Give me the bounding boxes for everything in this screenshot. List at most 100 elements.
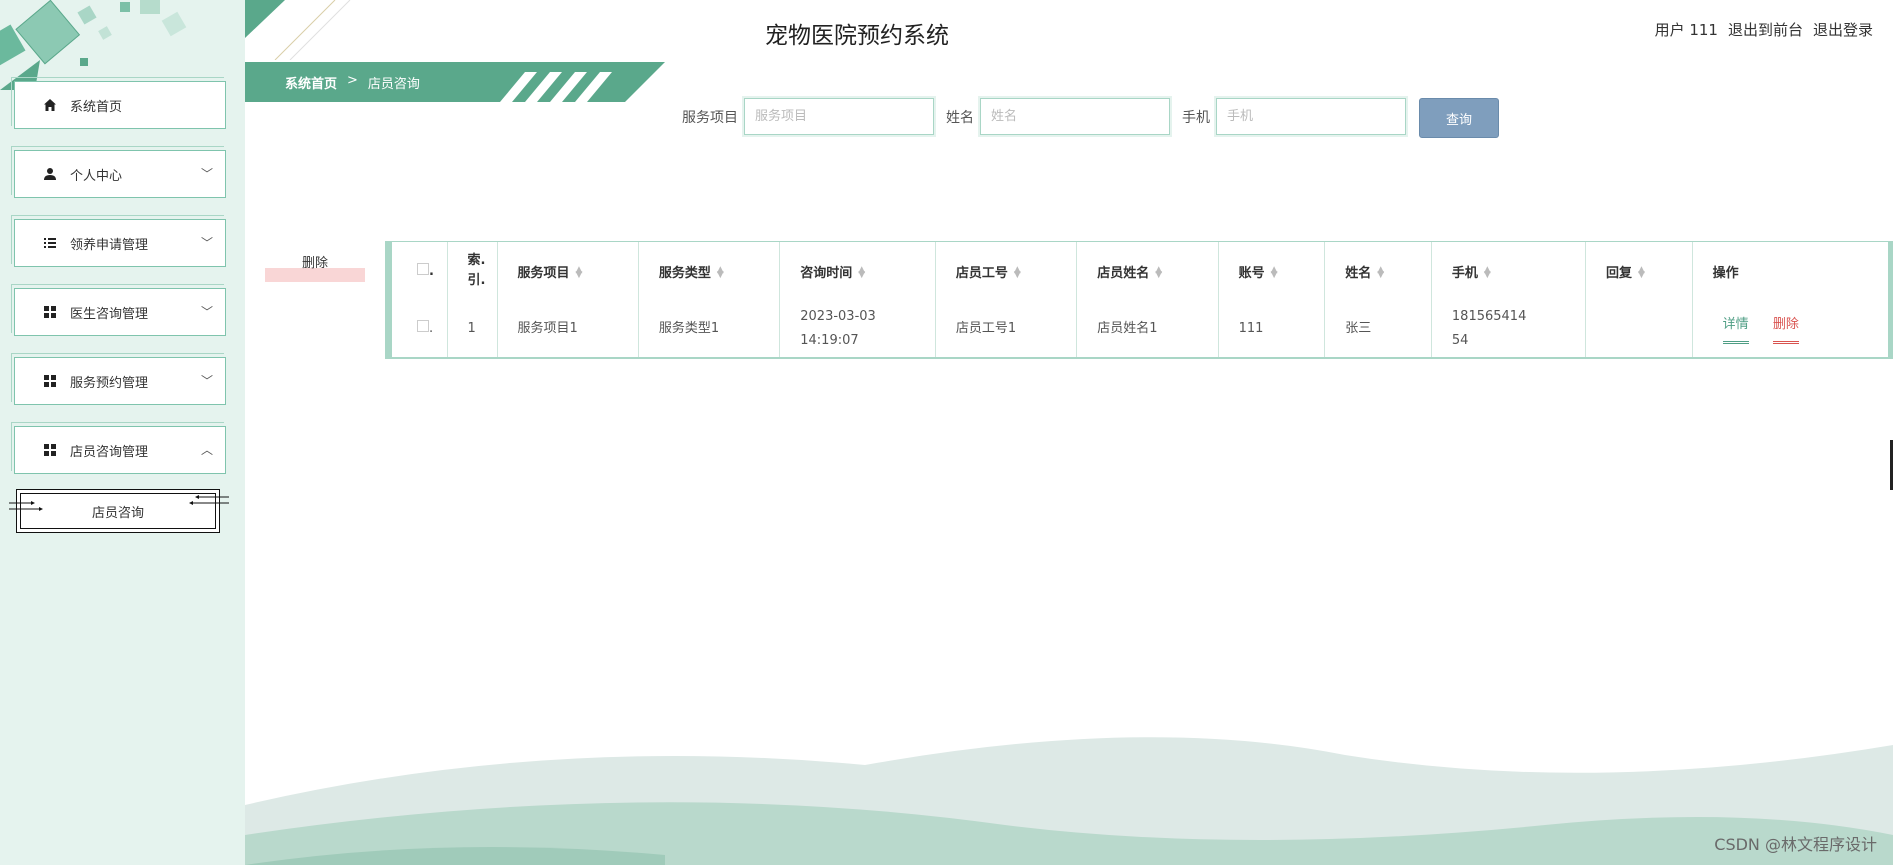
select-all-checkbox[interactable]: [417, 263, 429, 275]
sidebar-item-label: 服务预约管理: [70, 375, 149, 391]
header-label: 回复: [1605, 265, 1632, 281]
header-checkbox-cell: .: [392, 242, 448, 300]
chevron-up-icon: ︿: [200, 443, 213, 457]
cell-index: 1: [447, 300, 498, 357]
sort-icon[interactable]: ▲ ▼: [1155, 266, 1162, 280]
detail-button[interactable]: 详情: [1722, 313, 1749, 344]
header-index-line1: 索.: [467, 253, 486, 268]
header-consult-time[interactable]: 咨询时间 ▲ ▼: [779, 242, 936, 300]
arrows-icon: [9, 501, 43, 511]
row-checkbox-cell: .: [392, 300, 448, 357]
sidebar-item-label: 个人中心: [70, 168, 123, 184]
chevron-down-icon: ﹀: [200, 374, 213, 388]
header-label: 账号: [1238, 265, 1265, 281]
grid-icon: [42, 304, 58, 320]
cell-phone-line1: 181565414: [1451, 308, 1527, 324]
cell-actions: 详情 删除: [1692, 300, 1888, 357]
breadcrumb-home[interactable]: 系统首页: [285, 73, 337, 92]
sidebar-item-doctor-consult-management[interactable]: 医生咨询管理 ﹀: [11, 284, 226, 336]
cell-staff-no: 店员工号1: [935, 300, 1078, 357]
header-actions: 操作: [1692, 242, 1888, 300]
sidebar-item-label: 系统首页: [70, 99, 123, 115]
grid-icon: [42, 373, 58, 389]
breadcrumb-current: 店员咨询: [367, 77, 420, 92]
header-service-item[interactable]: 服务项目 ▲ ▼: [497, 242, 639, 300]
header-decoration: [245, 0, 351, 60]
batch-delete-label: 删除: [301, 256, 328, 271]
sidebar-item-label: 领养申请管理: [70, 237, 149, 253]
submenu-item-staff-consult[interactable]: 店员咨询: [9, 489, 229, 533]
sidebar-item-label: 医生咨询管理: [70, 306, 149, 322]
sidebar-item-service-booking-management[interactable]: 服务预约管理 ﹀: [11, 353, 226, 405]
header-label: 手机: [1451, 265, 1478, 281]
table-header-row: . 索. 引. 服务项目 ▲ ▼ 服务类型 ▲ ▼ 咨询时间 ▲ ▼ 店员工号 ▲ ▼ 店员姓名…: [392, 242, 1888, 300]
query-button[interactable]: 查询: [1419, 98, 1499, 138]
header-label: 操作: [1712, 265, 1739, 281]
sort-icon[interactable]: ▲ ▼: [1484, 266, 1491, 280]
header-label: 店员工号: [955, 265, 1008, 281]
data-table: . 索. 引. 服务项目 ▲ ▼ 服务类型 ▲ ▼ 咨询时间 ▲ ▼ 店员工号 ▲ ▼ 店员姓名…: [385, 241, 1893, 359]
sort-icon[interactable]: ▲ ▼: [858, 266, 865, 280]
cell-phone-line2: 54: [1451, 332, 1469, 348]
service-item-label: 服务项目: [682, 109, 738, 126]
cell-phone: 181565414 54: [1431, 300, 1586, 357]
submenu-label: 店员咨询: [91, 505, 144, 521]
person-icon: [42, 166, 58, 182]
list-icon: [42, 235, 58, 251]
sort-icon[interactable]: ▲ ▼: [1638, 266, 1645, 280]
chevron-down-icon: ﹀: [200, 167, 213, 181]
header-label: 店员姓名: [1097, 265, 1150, 281]
row-checkbox[interactable]: [417, 319, 429, 332]
sidebar-item-home[interactable]: 系统首页: [11, 77, 226, 129]
chevron-down-icon: ﹀: [200, 236, 213, 250]
header-label: 姓名: [1345, 265, 1372, 281]
cell-account: 111: [1218, 300, 1326, 357]
cell-service-type: 服务类型1: [638, 300, 781, 357]
logout-link[interactable]: 退出登录: [1813, 19, 1873, 40]
batch-delete-button[interactable]: 删除: [265, 252, 365, 282]
delete-button[interactable]: 删除: [1772, 313, 1799, 344]
breadcrumb: 系统首页 > 店员咨询: [285, 73, 420, 92]
grid-icon: [42, 442, 58, 458]
sort-icon[interactable]: ▲ ▼: [1377, 266, 1384, 280]
chevron-down-icon: ﹀: [200, 305, 213, 319]
header-name[interactable]: 姓名 ▲ ▼: [1324, 242, 1432, 300]
name-label: 姓名: [946, 109, 974, 126]
decorative-squares: [0, 0, 187, 90]
sort-icon[interactable]: ▲ ▼: [717, 266, 724, 280]
header-reply[interactable]: 回复 ▲ ▼: [1585, 242, 1693, 300]
sort-icon[interactable]: ▲ ▼: [576, 266, 583, 280]
cell-reply: [1585, 300, 1693, 357]
page-title: 宠物医院预约系统: [765, 23, 949, 49]
header-label: 咨询时间: [800, 265, 853, 281]
sort-icon[interactable]: ▲ ▼: [1014, 266, 1021, 280]
header-account[interactable]: 账号 ▲ ▼: [1218, 242, 1326, 300]
cell-consult-time: 2023-03-03 14:19:07: [779, 300, 936, 357]
header-index: 索. 引.: [447, 242, 498, 300]
service-item-search: 服务项目: [682, 96, 936, 137]
cell-time-clock: 14:19:07: [800, 332, 859, 348]
sidebar-item-label: 店员咨询管理: [70, 444, 149, 460]
service-item-input[interactable]: [742, 96, 936, 137]
header-label: 服务项目: [517, 265, 570, 281]
phone-input[interactable]: [1214, 96, 1408, 137]
user-label: 用户 111: [1654, 21, 1718, 39]
phone-search: 手机: [1182, 96, 1408, 137]
header-index-line2: 引.: [467, 273, 486, 288]
header-staff-name[interactable]: 店员姓名 ▲ ▼: [1076, 242, 1219, 300]
sidebar-item-staff-consult-management[interactable]: 店员咨询管理 ︿: [11, 422, 226, 474]
sidebar-item-personal-center[interactable]: 个人中心 ﹀: [11, 146, 226, 198]
home-icon: [42, 97, 58, 113]
header-phone[interactable]: 手机 ▲ ▼: [1431, 242, 1586, 300]
exit-to-front-link[interactable]: 退出到前台: [1728, 19, 1803, 40]
cell-service-item: 服务项目1: [497, 300, 639, 357]
header-service-type[interactable]: 服务类型 ▲ ▼: [638, 242, 781, 300]
sidebar: 系统首页 个人中心 ﹀ 领养申请管理 ﹀ 医生咨询管理 ﹀ 服务预约管理 ﹀ 店…: [0, 0, 245, 865]
name-input[interactable]: [978, 96, 1172, 137]
cell-name: 张三: [1324, 300, 1432, 357]
header-staff-no[interactable]: 店员工号 ▲ ▼: [935, 242, 1078, 300]
sidebar-item-adoption-management[interactable]: 领养申请管理 ﹀: [11, 215, 226, 267]
table-row: . 1 服务项目1 服务类型1 2023-03-03 14:19:07 店员工号…: [392, 300, 1888, 357]
phone-label: 手机: [1182, 109, 1210, 126]
sort-icon[interactable]: ▲ ▼: [1271, 266, 1278, 280]
